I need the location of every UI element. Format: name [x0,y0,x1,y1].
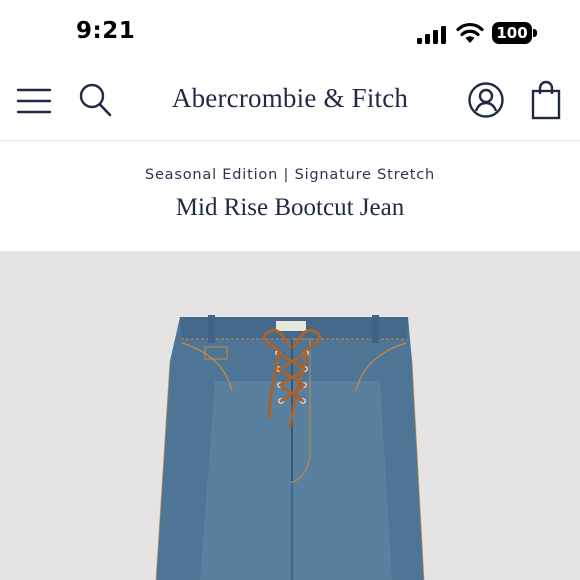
battery-icon: 100 [492,22,538,46]
product-header: Seasonal Edition | Signature Stretch Mid… [0,141,580,251]
shopping-bag-icon[interactable] [530,80,562,120]
jeans-image [155,315,425,580]
wifi-icon [456,22,484,43]
nav-bar: Abercrombie & Fitch [0,64,580,141]
product-collection: Seasonal Edition | Signature Stretch [144,167,436,183]
battery-level: 100 [496,24,528,42]
product-image[interactable] [0,251,580,580]
signal-icon [417,26,446,44]
brand-logo[interactable]: Abercrombie & Fitch [150,83,430,114]
status-time: 9:21 [76,18,136,44]
search-icon[interactable] [78,82,112,118]
product-name: Mid Rise Bootcut Jean [175,194,405,221]
menu-icon[interactable] [16,86,52,116]
status-bar: 9:21 100 [0,0,580,64]
account-icon[interactable] [467,81,505,119]
